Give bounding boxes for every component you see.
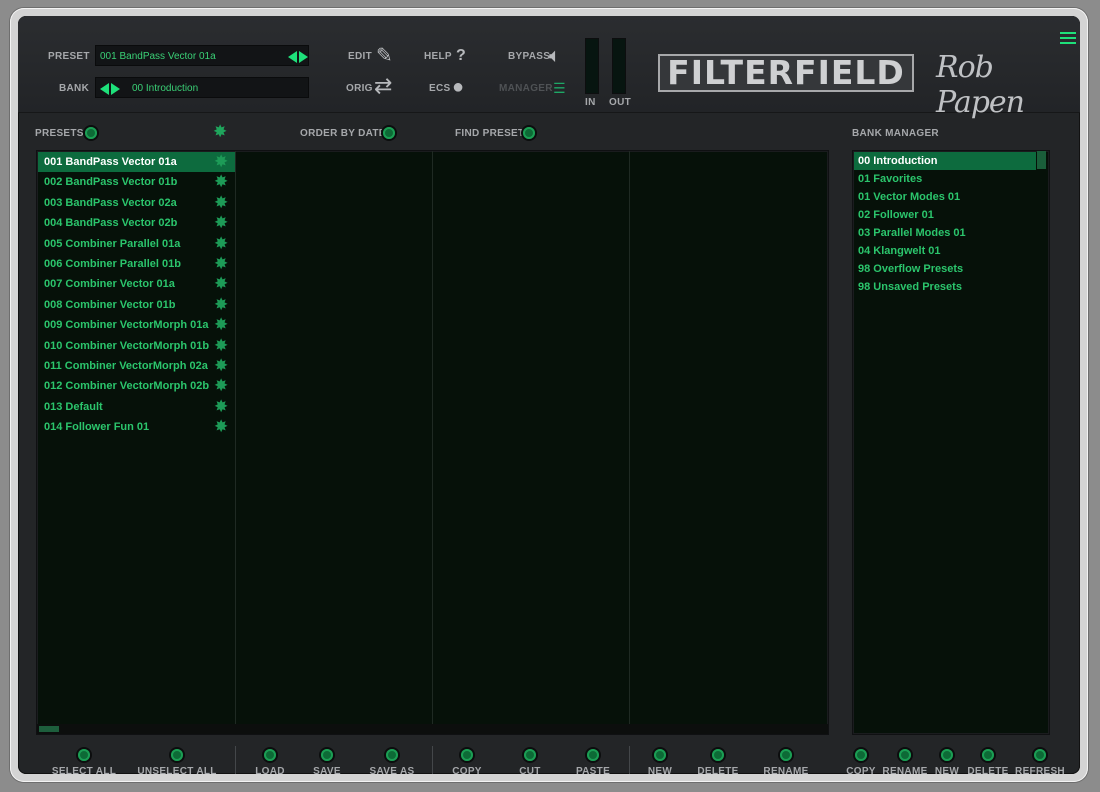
preset-name: 005 Combiner Parallel 01a	[44, 237, 181, 250]
order-by-date-toggle[interactable]	[383, 127, 395, 139]
bank-list-item[interactable]: 02 Follower 01	[854, 206, 1036, 224]
favorite-star-icon[interactable]: ✸	[214, 337, 228, 354]
favorite-star-icon[interactable]: ✸	[214, 173, 228, 190]
plugin-window: PRESET 001 BandPass Vector 01a BANK 00 I…	[18, 16, 1080, 774]
output-meter	[612, 38, 626, 94]
hamburger-icon[interactable]	[1060, 32, 1076, 44]
preset-name: 010 Combiner VectorMorph 01b	[44, 339, 210, 352]
order-by-date-label: ORDER BY DATE	[300, 128, 386, 139]
column-divider	[629, 151, 630, 734]
bank-list-item[interactable]: 01 Favorites	[854, 170, 1036, 188]
unselect-all-button[interactable]: UNSELECT ALL	[132, 749, 222, 774]
bank-list-item[interactable]: 01 Vector Modes 01	[854, 188, 1036, 206]
column-divider	[432, 151, 433, 734]
scrollbar-thumb[interactable]	[39, 726, 59, 732]
horizontal-scrollbar[interactable]	[37, 724, 828, 734]
list-icon[interactable]: ☰	[553, 78, 566, 98]
preset-list-item[interactable]: 012 Combiner VectorMorph 02b ✸	[38, 376, 235, 396]
preset-name: 013 Default	[44, 400, 103, 413]
plugin-frame: PRESET 001 BandPass Vector 01a BANK 00 I…	[10, 8, 1088, 782]
presets-label: PRESETS	[35, 128, 84, 139]
bank-refresh-button[interactable]: REFRESH	[995, 749, 1080, 774]
preset-list-item[interactable]: 002 BandPass Vector 01b ✸	[38, 172, 235, 192]
preset-list-item[interactable]: 004 BandPass Vector 02b ✸	[38, 213, 235, 233]
preset-name: 006 Combiner Parallel 01b	[44, 258, 181, 270]
column-divider	[235, 151, 236, 734]
preset-list-panel[interactable]: 001 BandPass Vector 01a ✸ 002 BandPass Vec…	[36, 150, 829, 735]
favorite-star-icon[interactable]: ✸	[214, 194, 228, 211]
bank-manager-label: BANK MANAGER	[852, 128, 939, 139]
preset-name: 004 BandPass Vector 02b	[44, 217, 178, 230]
orig-label[interactable]: ORIG	[346, 83, 373, 94]
favorite-star-icon[interactable]: ✸	[214, 153, 228, 170]
preset-name: 007 Combiner Vector 01a	[44, 278, 175, 291]
bank-list-item[interactable]: 98 Overflow Presets	[854, 260, 1036, 278]
preset-label: PRESET	[48, 51, 90, 62]
question-icon[interactable]: ?	[456, 46, 466, 66]
favorite-star-icon[interactable]: ✸	[214, 214, 228, 231]
favorite-star-icon[interactable]: ✸	[214, 377, 228, 394]
edit-label[interactable]: EDIT	[348, 51, 372, 62]
favorite-star-icon[interactable]: ✸	[214, 316, 228, 333]
preset-list-item[interactable]: 014 Follower Fun 01 ✸	[38, 417, 235, 437]
filterfield-logo: FILTERFIELD	[658, 54, 914, 92]
preset-list-item[interactable]: 009 Combiner VectorMorph 01a ✸	[38, 315, 235, 335]
preset-name: 008 Combiner Vector 01b	[44, 298, 176, 311]
select-all-button[interactable]: SELECT ALL	[39, 749, 129, 774]
preset-list-item[interactable]: 007 Combiner Vector 01a ✸	[38, 274, 235, 294]
preset-list-item[interactable]: 003 BandPass Vector 02a ✸	[38, 193, 235, 213]
preset-list-item[interactable]: 013 Default ✸	[38, 397, 235, 417]
bank-list-item[interactable]: 98 Unsaved Presets	[854, 278, 1036, 296]
preset-name: 012 Combiner VectorMorph 02b	[44, 380, 210, 393]
preset-nav-arrows-icon[interactable]	[288, 51, 310, 63]
preset-list-item[interactable]: 008 Combiner Vector 01b ✸	[38, 295, 235, 315]
bank-list-item[interactable]: 03 Parallel Modes 01	[854, 224, 1036, 242]
favorites-filter-star-icon[interactable]: ✸	[213, 123, 227, 140]
presets-toggle[interactable]	[85, 127, 97, 139]
manager-label[interactable]: MANAGER	[499, 83, 553, 94]
favorite-star-icon[interactable]: ✸	[214, 357, 228, 374]
speaker-icon[interactable]: 🔈︎	[549, 46, 561, 66]
preset-list-item[interactable]: 001 BandPass Vector 01a ✸	[38, 152, 235, 172]
bank-list-item[interactable]: 00 Introduction	[854, 152, 1036, 170]
bank-value: 00 Introduction	[132, 83, 199, 94]
preset-name: 009 Combiner VectorMorph 01a	[44, 319, 209, 332]
pencil-icon[interactable]: ✎	[376, 46, 393, 66]
favorite-star-icon[interactable]: ✸	[214, 398, 228, 415]
favorite-star-icon[interactable]: ✸	[214, 296, 228, 313]
preset-field[interactable]: 001 BandPass Vector 01a	[95, 45, 309, 66]
ecs-label[interactable]: ECS	[429, 83, 450, 94]
preset-name: 003 BandPass Vector 02a	[44, 196, 177, 209]
preset-list-item[interactable]: 010 Combiner VectorMorph 01b ✸	[38, 336, 235, 356]
favorite-star-icon[interactable]: ✸	[214, 418, 228, 435]
bypass-label[interactable]: BYPASS	[508, 51, 550, 62]
palette-icon[interactable]: ●	[452, 77, 464, 97]
find-preset-label: FIND PRESET	[455, 128, 525, 139]
preset-name: 011 Combiner VectorMorph 02a	[44, 360, 208, 372]
preset-list-item[interactable]: 006 Combiner Parallel 01b ✸	[38, 254, 235, 274]
preset-list-item[interactable]: 005 Combiner Parallel 01a ✸	[38, 234, 235, 254]
favorite-star-icon[interactable]: ✸	[214, 255, 228, 272]
find-preset-toggle[interactable]	[523, 127, 535, 139]
bank-nav-arrows-icon[interactable]	[100, 83, 122, 95]
help-label[interactable]: HELP	[424, 51, 452, 62]
rob-papen-signature: Rob Papen	[936, 50, 1025, 120]
bank-scrollbar-thumb[interactable]	[1037, 151, 1046, 169]
header-bar: PRESET 001 BandPass Vector 01a BANK 00 I…	[18, 16, 1080, 120]
bank-list-item[interactable]: 04 Klangwelt 01	[854, 242, 1036, 260]
out-label: OUT	[609, 97, 632, 108]
preset-list-item[interactable]: 011 Combiner VectorMorph 02a ✸	[38, 356, 235, 376]
preset-name: 002 BandPass Vector 01b	[44, 176, 178, 189]
input-meter	[585, 38, 599, 94]
preset-name: 001 BandPass Vector 01a	[44, 156, 177, 168]
favorite-star-icon[interactable]: ✸	[214, 235, 228, 252]
preset-name: 014 Follower Fun 01	[44, 421, 150, 434]
bank-label: BANK	[59, 83, 90, 94]
preset-value: 001 BandPass Vector 01a	[100, 51, 216, 62]
swap-arrows-icon[interactable]: ⇄	[374, 75, 392, 97]
in-label: IN	[585, 97, 596, 108]
bank-field[interactable]: 00 Introduction	[95, 77, 309, 98]
bank-list-panel[interactable]: 00 Introduction 01 Favorites 01 Vector Mod…	[852, 150, 1050, 735]
favorite-star-icon[interactable]: ✸	[214, 275, 228, 292]
